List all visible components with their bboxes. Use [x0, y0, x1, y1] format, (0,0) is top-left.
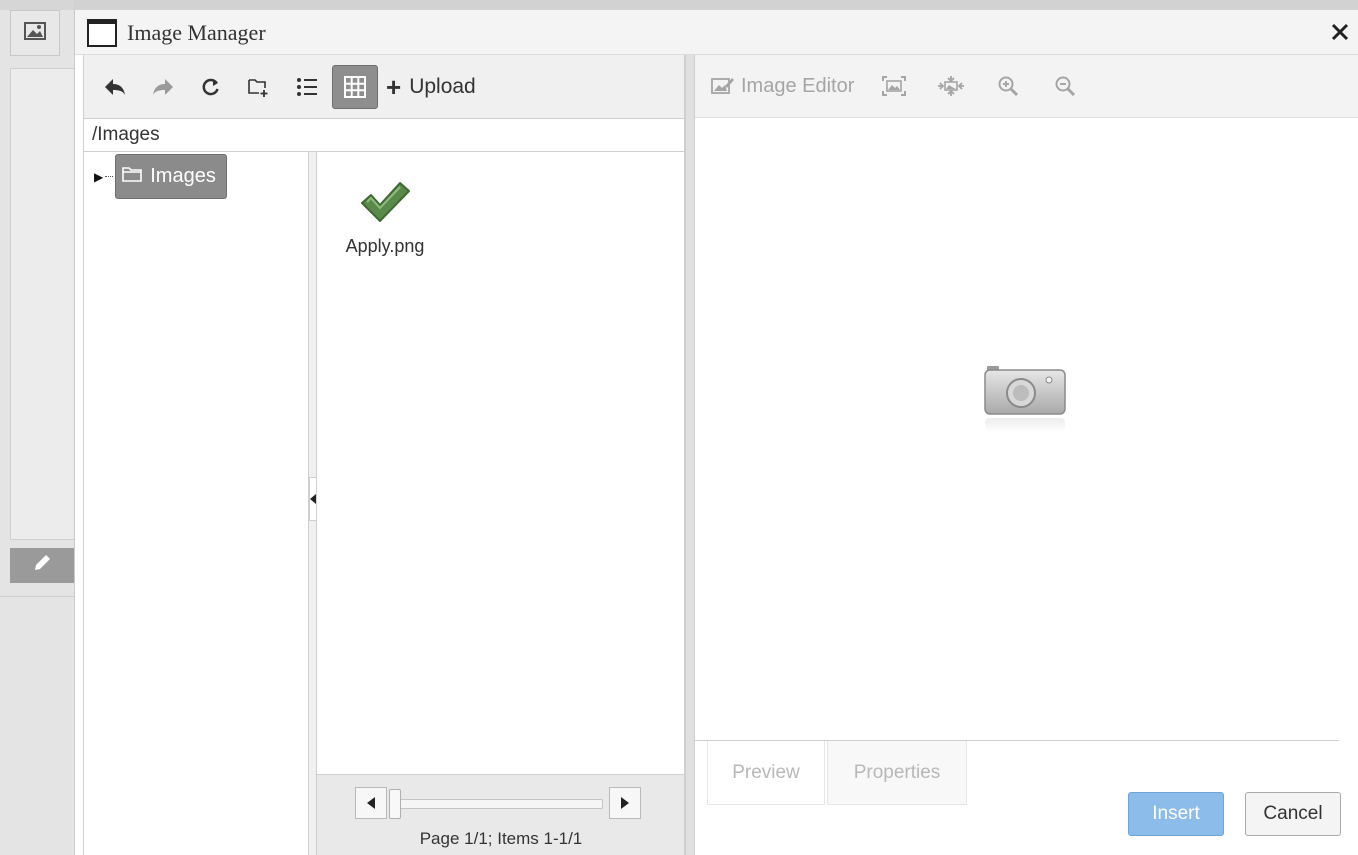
refresh-button[interactable]	[188, 65, 234, 109]
pencil-icon	[32, 553, 52, 578]
best-fit-icon	[882, 76, 907, 96]
close-button[interactable]	[1327, 18, 1353, 46]
path-bar[interactable]: /Images	[83, 118, 685, 152]
file-list: Apply.png	[317, 152, 685, 774]
editor-side-panel	[10, 68, 74, 540]
actual-size-icon	[938, 76, 965, 96]
tree-item-label: Images	[150, 165, 216, 187]
editor-top-strip	[74, 0, 1358, 10]
tab-preview[interactable]: Preview	[707, 741, 825, 805]
dialog-titlebar[interactable]: Image Manager	[75, 10, 1358, 55]
insert-image-button[interactable]	[10, 10, 60, 56]
pane-divider[interactable]	[685, 55, 695, 855]
tree-splitter[interactable]	[309, 152, 317, 855]
list-view-button[interactable]	[284, 65, 330, 109]
image-preview-area	[695, 118, 1358, 740]
tree-connector	[105, 176, 114, 177]
list-view-icon	[297, 77, 317, 96]
zoom-out-icon	[1055, 76, 1076, 97]
preview-toolbar: Image Editor	[695, 55, 1358, 118]
prev-arrow-icon	[367, 797, 375, 809]
folder-icon	[122, 165, 143, 188]
collapse-arrow-icon	[310, 494, 316, 504]
zoom-in-button[interactable]	[990, 64, 1026, 108]
insert-button[interactable]: Insert	[1128, 792, 1224, 836]
upload-label: Upload	[409, 74, 476, 98]
cancel-button[interactable]: Cancel	[1245, 792, 1341, 836]
window-icon	[87, 19, 117, 47]
camera-icon	[983, 362, 1067, 439]
file-tile[interactable]: Apply.png	[337, 172, 433, 257]
expand-arrow-icon[interactable]: ▶	[94, 170, 103, 184]
close-icon	[1331, 23, 1349, 41]
thumbnail-view-button[interactable]	[332, 64, 378, 109]
pager-status: Page 1/1; Items 1-1/1	[419, 829, 583, 848]
zoom-in-icon	[998, 76, 1019, 97]
editor-sidebar	[0, 0, 74, 855]
file-toolbar: + Upload	[83, 55, 685, 118]
tree-item-images[interactable]: Images	[115, 154, 227, 199]
edit-button[interactable]	[10, 548, 74, 583]
thumbnail-view-icon	[344, 75, 366, 98]
next-arrow-icon	[621, 797, 629, 809]
upload-button[interactable]: + Upload	[380, 65, 482, 109]
next-page-button[interactable]	[609, 787, 641, 819]
prev-page-button[interactable]	[355, 787, 387, 819]
forward-arrow-icon	[153, 78, 173, 95]
checkmark-icon	[337, 172, 433, 232]
plus-icon: +	[386, 71, 402, 102]
page-slider-thumb[interactable]	[389, 789, 401, 819]
file-name: Apply.png	[345, 236, 425, 256]
refresh-icon	[202, 78, 219, 95]
new-folder-button[interactable]	[236, 65, 282, 109]
forward-button[interactable]	[140, 65, 186, 109]
pager: Page 1/1; Items 1-1/1	[317, 774, 685, 855]
image-editor-label: Image Editor	[741, 74, 855, 97]
tab-properties[interactable]: Properties	[827, 741, 967, 805]
page-slider-track[interactable]	[397, 799, 603, 809]
tree-node-images: ▶ Images	[94, 154, 227, 199]
new-folder-icon	[248, 78, 268, 97]
collapse-handle[interactable]	[309, 477, 317, 521]
actual-size-button[interactable]	[933, 64, 969, 108]
best-fit-button[interactable]	[876, 64, 912, 108]
dialog-title: Image Manager	[127, 20, 266, 45]
back-arrow-icon	[105, 78, 125, 95]
image-icon	[24, 21, 46, 45]
image-manager-dialog: Image Manager + Upload /Images ▶ Images …	[74, 10, 1358, 855]
folder-tree: ▶ Images	[83, 152, 309, 855]
editor-top-bar	[0, 0, 74, 10]
back-button[interactable]	[92, 65, 138, 109]
image-editor-icon	[711, 78, 734, 94]
zoom-out-button[interactable]	[1047, 64, 1083, 108]
image-editor-button[interactable]: Image Editor	[711, 64, 854, 108]
divider	[0, 596, 74, 597]
